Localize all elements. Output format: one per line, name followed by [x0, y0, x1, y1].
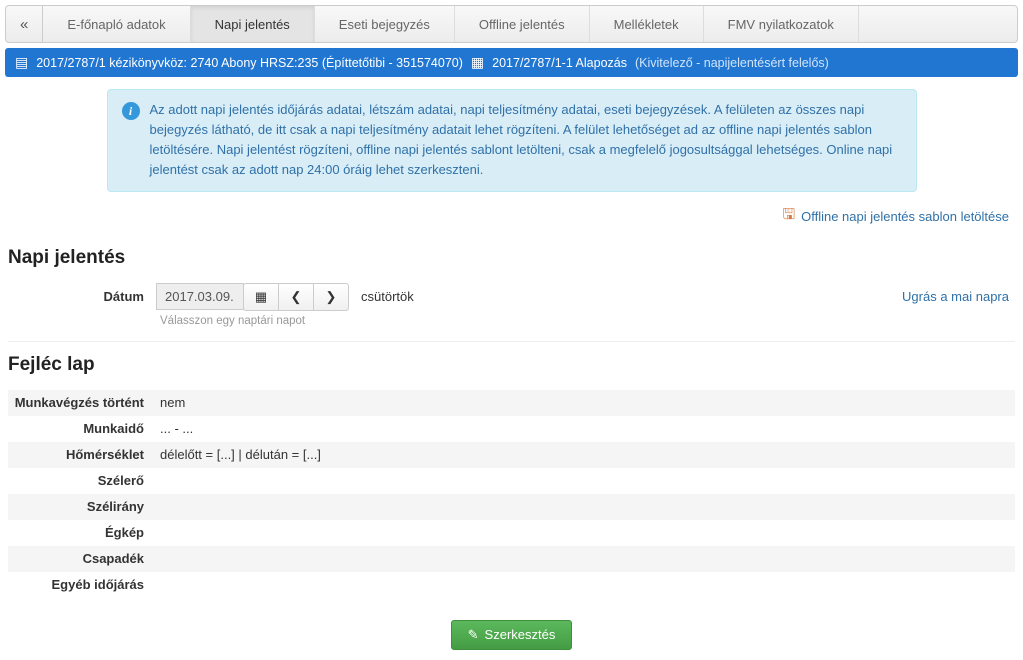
tab-offline-jelentes[interactable]: Offline jelentés	[455, 6, 590, 42]
info-box: i Az adott napi jelentés időjárás adatai…	[107, 89, 917, 192]
pencil-icon: ✎	[468, 627, 479, 643]
tab-eseti-bejegyzes[interactable]: Eseti bejegyzés	[315, 6, 455, 42]
date-row: Dátum ▦ ❮ ❯ csütörtök Ugrás a mai napra	[0, 283, 1023, 315]
edit-button[interactable]: ✎ Szerkesztés	[451, 620, 573, 650]
list-icon: ▦	[471, 54, 484, 71]
field-label: Szélirány	[8, 499, 156, 514]
info-text: Az adott napi jelentés időjárás adatai, …	[150, 100, 902, 181]
chevron-right-icon: ❯	[326, 289, 337, 305]
breadcrumb-secondary-role: (Kivitelező - napijelentésért felelős)	[635, 56, 829, 70]
field-label: Munkaidő	[8, 421, 156, 436]
field-label: Csapadék	[8, 551, 156, 566]
field-label: Szélerő	[8, 473, 156, 488]
field-egyeb-idojaras: Egyéb időjárás	[8, 572, 1015, 598]
header-fields: Munkavégzés történt nem Munkaidő ... - .…	[8, 390, 1015, 598]
date-hint: Válasszon egy naptári napot	[0, 315, 1023, 327]
info-icon: i	[122, 102, 140, 120]
calendar-icon: ▦	[255, 289, 267, 305]
tabs-collapse-button[interactable]: «	[6, 6, 43, 42]
edit-button-label: Szerkesztés	[485, 627, 556, 642]
divider	[8, 341, 1015, 342]
field-munkaido: Munkaidő ... - ...	[8, 416, 1015, 442]
section-title-fejlec-lap: Fejléc lap	[8, 354, 1015, 376]
breadcrumb-secondary-main: 2017/2787/1-1 Alapozás	[492, 56, 627, 70]
field-homerseklet: Hőmérséklet délelőtt = [...] | délután =…	[8, 442, 1015, 468]
download-icon: 🖫	[782, 204, 795, 229]
tab-napi-jelentes[interactable]: Napi jelentés	[191, 6, 315, 42]
book-icon: ▤	[15, 54, 28, 71]
field-label: Égkép	[8, 525, 156, 540]
field-munkavegzes: Munkavégzés történt nem	[8, 390, 1015, 416]
field-egkep: Égkép	[8, 520, 1015, 546]
field-label: Hőmérséklet	[8, 447, 156, 462]
section-title-napi-jelentes: Napi jelentés	[8, 247, 1015, 269]
date-input[interactable]	[156, 283, 244, 310]
field-value: nem	[156, 395, 185, 410]
download-template-link[interactable]: 🖫 Offline napi jelentés sablon letöltése	[782, 204, 1009, 229]
field-szelirany: Szélirány	[8, 494, 1015, 520]
date-label: Dátum	[8, 289, 156, 304]
tab-efonaplo[interactable]: E-főnapló adatok	[43, 6, 190, 42]
field-szelero: Szélerő	[8, 468, 1015, 494]
field-label: Egyéb időjárás	[8, 577, 156, 592]
next-day-button[interactable]: ❯	[313, 283, 349, 311]
tab-mellekletek[interactable]: Mellékletek	[590, 6, 704, 42]
field-value: ... - ...	[156, 421, 193, 436]
breadcrumb-primary: 2017/2787/1 kézikönyvköz: 2740 Abony HRS…	[36, 56, 463, 70]
calendar-button[interactable]: ▦	[243, 283, 279, 311]
tab-fmv[interactable]: FMV nyilatkozatok	[704, 6, 859, 42]
field-label: Munkavégzés történt	[8, 395, 156, 410]
tabs-bar: « E-főnapló adatok Napi jelentés Eseti b…	[5, 5, 1018, 43]
jump-to-today-link[interactable]: Ugrás a mai napra	[902, 289, 1015, 304]
day-of-week: csütörtök	[361, 289, 414, 304]
breadcrumb: ▤ 2017/2787/1 kézikönyvköz: 2740 Abony H…	[5, 48, 1018, 77]
download-label: Offline napi jelentés sablon letöltése	[801, 209, 1009, 224]
chevron-left-icon: ❮	[291, 289, 302, 305]
field-csapadek: Csapadék	[8, 546, 1015, 572]
prev-day-button[interactable]: ❮	[278, 283, 314, 311]
field-value: délelőtt = [...] | délután = [...]	[156, 447, 321, 462]
